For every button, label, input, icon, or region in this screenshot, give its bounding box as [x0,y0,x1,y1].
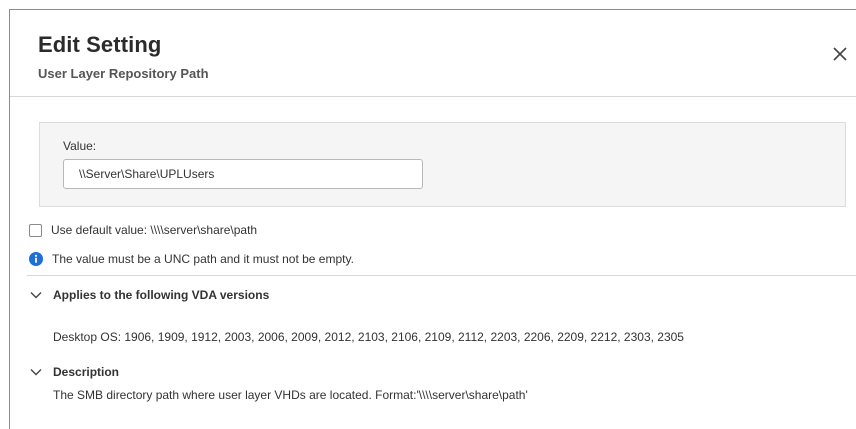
value-label: Value: [63,139,97,153]
dialog-subtitle: User Layer Repository Path [38,66,209,81]
description-section-header[interactable]: Description [30,365,119,379]
applies-section-header[interactable]: Applies to the following VDA versions [30,288,269,302]
dialog-title: Edit Setting [38,32,162,57]
use-default-checkbox[interactable] [29,223,42,237]
applies-section-title[interactable]: Applies to the following VDA versions [53,288,269,302]
close-icon[interactable] [830,44,850,64]
applies-section-content: Desktop OS: 1906, 1909, 1912, 2003, 2006… [53,330,684,344]
chevron-down-icon[interactable] [30,366,42,378]
section-divider [27,275,856,276]
edit-setting-dialog: Edit Setting User Layer Repository Path … [9,9,856,429]
use-default-row: Use default value: \\\\server\share\path [29,223,257,237]
description-section-content: The SMB directory path where user layer … [53,388,528,402]
info-text: The value must be a UNC path and it must… [52,252,354,266]
header-divider [10,96,856,97]
info-icon [29,252,43,266]
use-default-label: Use default value: \\\\server\share\path [51,223,258,237]
value-panel: Value: [39,122,846,207]
chevron-down-icon[interactable] [30,289,42,301]
description-section-title[interactable]: Description [53,365,119,379]
value-input[interactable] [63,159,423,189]
info-row: The value must be a UNC path and it must… [29,252,354,266]
